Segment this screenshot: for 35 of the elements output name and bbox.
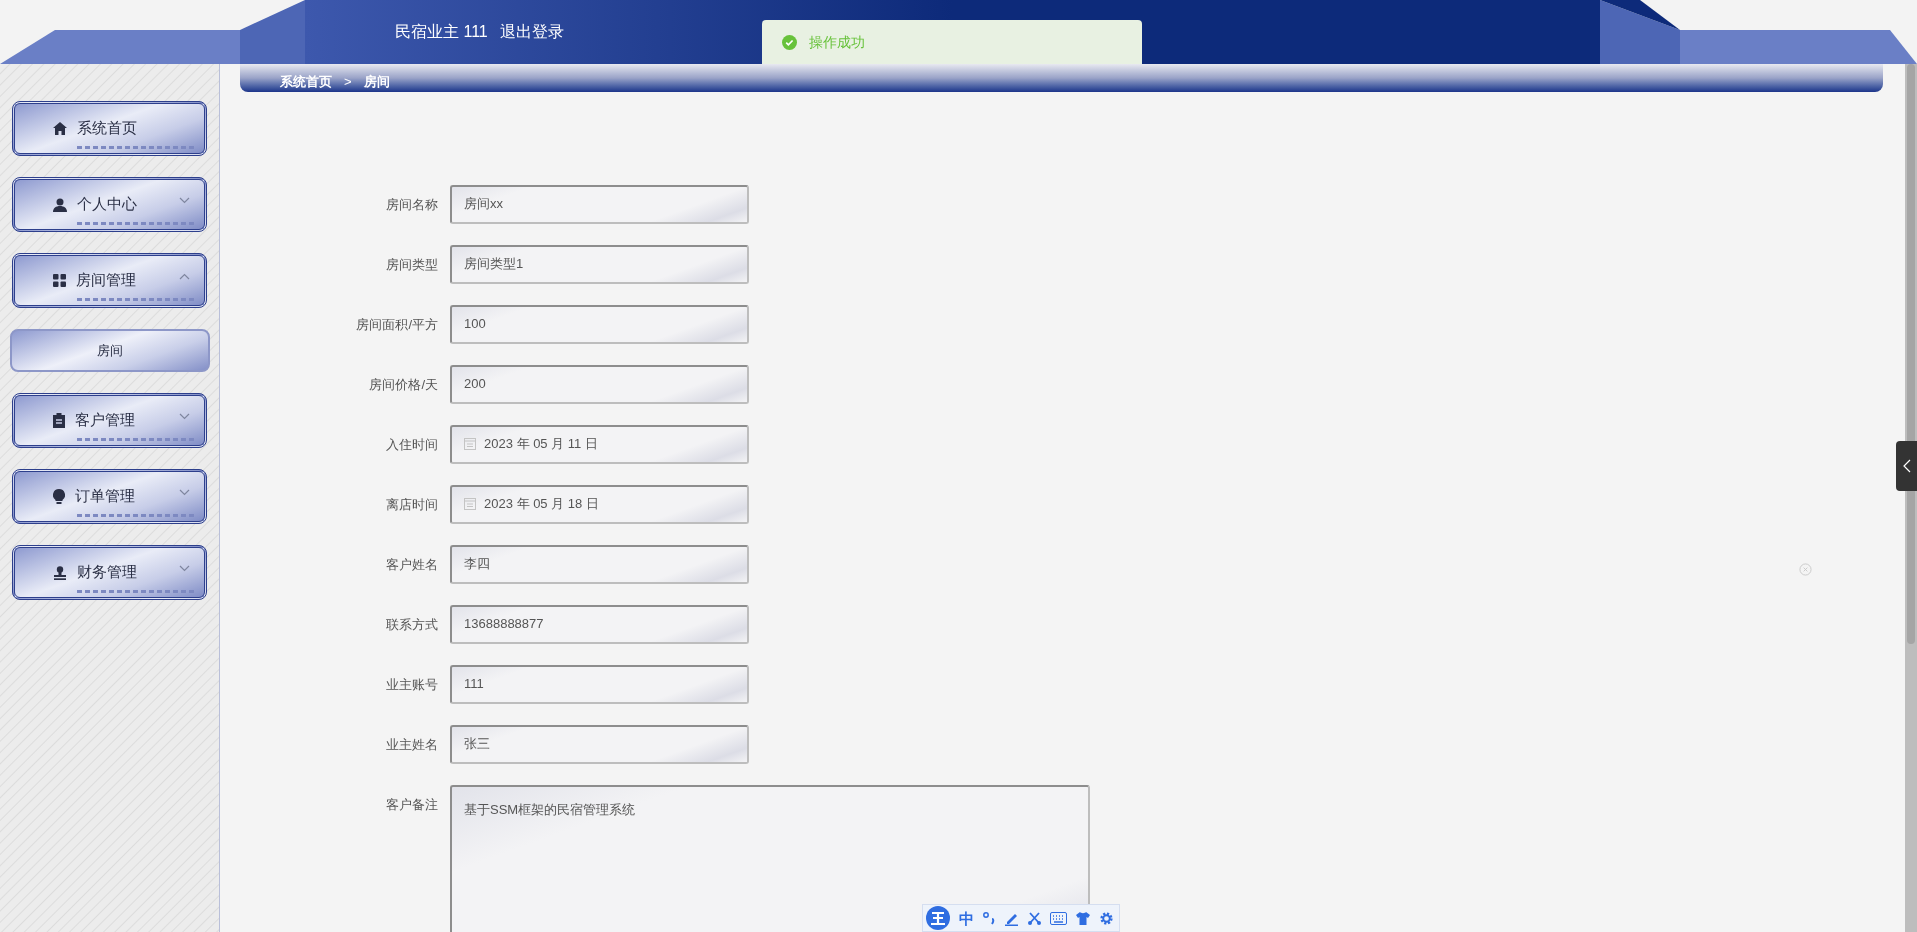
field-label: 入住时间 xyxy=(385,435,438,454)
field-label: 房间类型 xyxy=(385,255,438,274)
input-field[interactable]: 张三 xyxy=(450,724,749,764)
logout-link[interactable]: 退出登录 xyxy=(499,20,564,44)
submenu-item[interactable]: 房间 xyxy=(10,329,210,372)
date-field[interactable]: 2023 年 05 月 18 日 xyxy=(450,484,749,524)
ime-mode-toggle[interactable]: 中 xyxy=(959,910,974,926)
breadcrumb-link[interactable]: 系统首页 xyxy=(280,72,332,92)
input-field[interactable]: 111 xyxy=(450,664,749,704)
toast-message: 操作成功 xyxy=(809,32,865,52)
input-field[interactable]: 李四 xyxy=(450,544,749,584)
sidebar-menu-button[interactable]: 系统首页 xyxy=(12,101,207,156)
input-field[interactable]: 200 xyxy=(450,364,749,404)
field-label: 业主姓名 xyxy=(385,735,438,754)
field-label: 离店时间 xyxy=(385,495,438,514)
user-label: 民宿业主 111 xyxy=(395,22,488,42)
input-field[interactable]: 房间xx xyxy=(450,184,749,224)
field-label: 客户姓名 xyxy=(385,555,438,574)
input-field[interactable]: 房间类型1 xyxy=(450,244,749,284)
sidebar-menu-button[interactable]: 财务管理 xyxy=(12,545,207,600)
field-label: 房间价格/天 xyxy=(368,375,438,394)
input-field[interactable]: 13688888877 xyxy=(450,604,749,644)
field-label: 联系方式 xyxy=(385,615,438,634)
sidebar-menu-button[interactable]: 订单管理 xyxy=(12,469,207,524)
field-label: 客户备注 xyxy=(385,795,438,814)
field-label: 房间名称 xyxy=(385,195,438,214)
sidebar-menu-button[interactable]: 客户管理 xyxy=(12,393,207,448)
sidebar-menu-button[interactable]: 房间管理 xyxy=(12,253,207,308)
input-field[interactable]: 100 xyxy=(450,304,749,344)
breadcrumb-link[interactable]: 房间 xyxy=(363,72,390,92)
sidebar-menu-button[interactable]: 个人中心 xyxy=(12,177,207,232)
breadcrumb-separator: > xyxy=(344,73,352,91)
field-label: 业主账号 xyxy=(385,675,438,694)
field-label: 房间面积/平方 xyxy=(355,315,438,334)
date-field[interactable]: 2023 年 05 月 11 日 xyxy=(450,424,749,464)
